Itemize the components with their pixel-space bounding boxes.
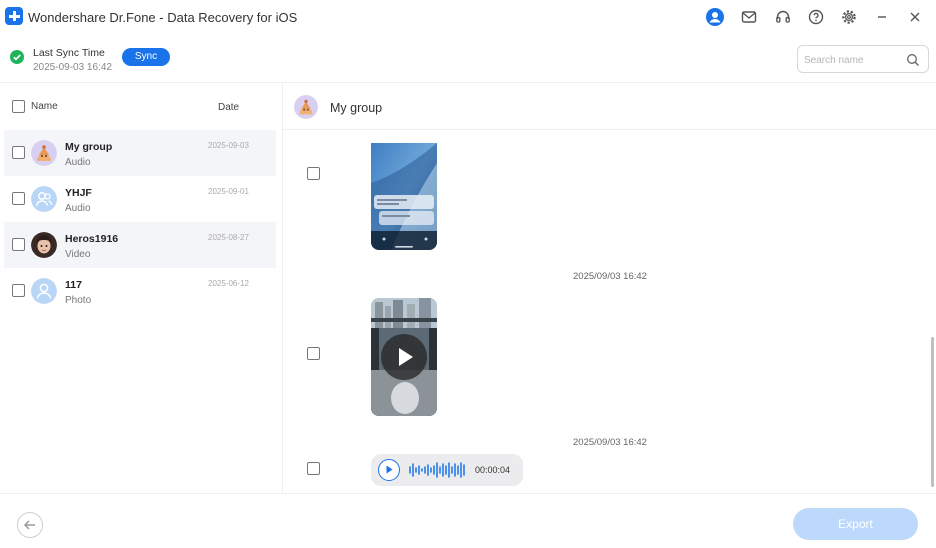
conversation-checkbox[interactable] (12, 146, 25, 159)
chat-header: My group (283, 83, 936, 130)
minimize-icon[interactable] (873, 8, 891, 26)
footer-divider (0, 493, 936, 494)
search-input[interactable] (804, 52, 904, 68)
conversation-type: Photo (65, 295, 92, 306)
conversation-date: 2025-09-03 (208, 141, 249, 150)
last-sync-time: 2025-09-03 16:42 (33, 62, 112, 73)
title-bar: Wondershare Dr.Fone - Data Recovery for … (0, 0, 936, 34)
conversation-date: 2025-06-12 (208, 279, 249, 288)
account-icon[interactable] (706, 8, 724, 26)
back-button[interactable] (17, 512, 43, 538)
chat-scrollbar[interactable] (931, 337, 934, 487)
conversation-checkbox[interactable] (12, 284, 25, 297)
image-thumbnail[interactable] (371, 143, 437, 250)
column-header-name: Name (31, 101, 58, 112)
message-checkbox[interactable] (307, 167, 320, 180)
message-timestamp: 2025/09/03 16:42 (573, 437, 647, 448)
select-all-checkbox[interactable] (12, 100, 25, 113)
waveform-icon (409, 462, 465, 478)
conversation-name: My group (65, 141, 113, 153)
group-avatar (294, 95, 318, 119)
conversation-item-117[interactable]: 117 Photo 2025-06-12 (4, 268, 276, 314)
mail-icon[interactable] (740, 8, 758, 26)
chat-title: My group (330, 101, 383, 115)
column-header-date: Date (218, 102, 240, 113)
last-sync-label: Last Sync Time (33, 47, 105, 59)
voice-play-icon[interactable] (378, 459, 400, 481)
voice-message: 00:00:04 (371, 454, 523, 486)
conversation-item-my-group[interactable]: My group Audio 2025-09-03 (4, 130, 276, 176)
search-icon[interactable] (906, 53, 920, 67)
sync-bar: Last Sync Time 2025-09-03 16:42 Sync (0, 34, 936, 82)
app-logo-icon (5, 7, 23, 25)
sync-status-check-icon (10, 50, 24, 64)
conversation-type: Audio (65, 157, 91, 168)
headset-icon[interactable] (774, 8, 792, 26)
search-box (797, 45, 929, 73)
group-avatar (31, 140, 57, 166)
message-checkbox[interactable] (307, 462, 320, 475)
message-checkbox[interactable] (307, 347, 320, 360)
app-title: Wondershare Dr.Fone - Data Recovery for … (28, 10, 298, 25)
conversation-name: YHJF (65, 187, 92, 199)
export-button[interactable]: Export (793, 508, 918, 540)
conversation-type: Audio (65, 203, 91, 214)
back-arrow-icon (23, 520, 35, 530)
conversation-date: 2025-09-01 (208, 187, 249, 196)
list-header: Name Date (0, 83, 282, 129)
settings-icon[interactable] (840, 8, 858, 26)
conversation-item-heros1916[interactable]: Heros1916 Video 2025-08-27 (4, 222, 276, 268)
play-icon[interactable] (381, 334, 427, 380)
conversation-checkbox[interactable] (12, 238, 25, 251)
conversation-type: Video (65, 249, 91, 260)
conversation-date: 2025-08-27 (208, 233, 249, 242)
group-avatar-icon (31, 186, 57, 212)
close-icon[interactable] (906, 8, 924, 26)
conversation-item-yhjf[interactable]: YHJF Audio 2025-09-01 (4, 176, 276, 222)
person-avatar-icon (31, 278, 57, 304)
conversation-checkbox[interactable] (12, 192, 25, 205)
sync-button[interactable]: Sync (122, 48, 170, 66)
message-timestamp: 2025/09/03 16:42 (573, 271, 647, 282)
video-thumbnail[interactable] (371, 298, 437, 416)
help-icon[interactable] (807, 8, 825, 26)
conversation-name: Heros1916 (65, 233, 119, 245)
voice-duration: 00:00:04 (475, 465, 511, 475)
user-avatar (31, 232, 57, 258)
chat-message-area: 2025/09/03 16:42 2025/09/03 16:42 00:00:… (283, 131, 936, 493)
conversation-name: 117 (65, 279, 82, 291)
